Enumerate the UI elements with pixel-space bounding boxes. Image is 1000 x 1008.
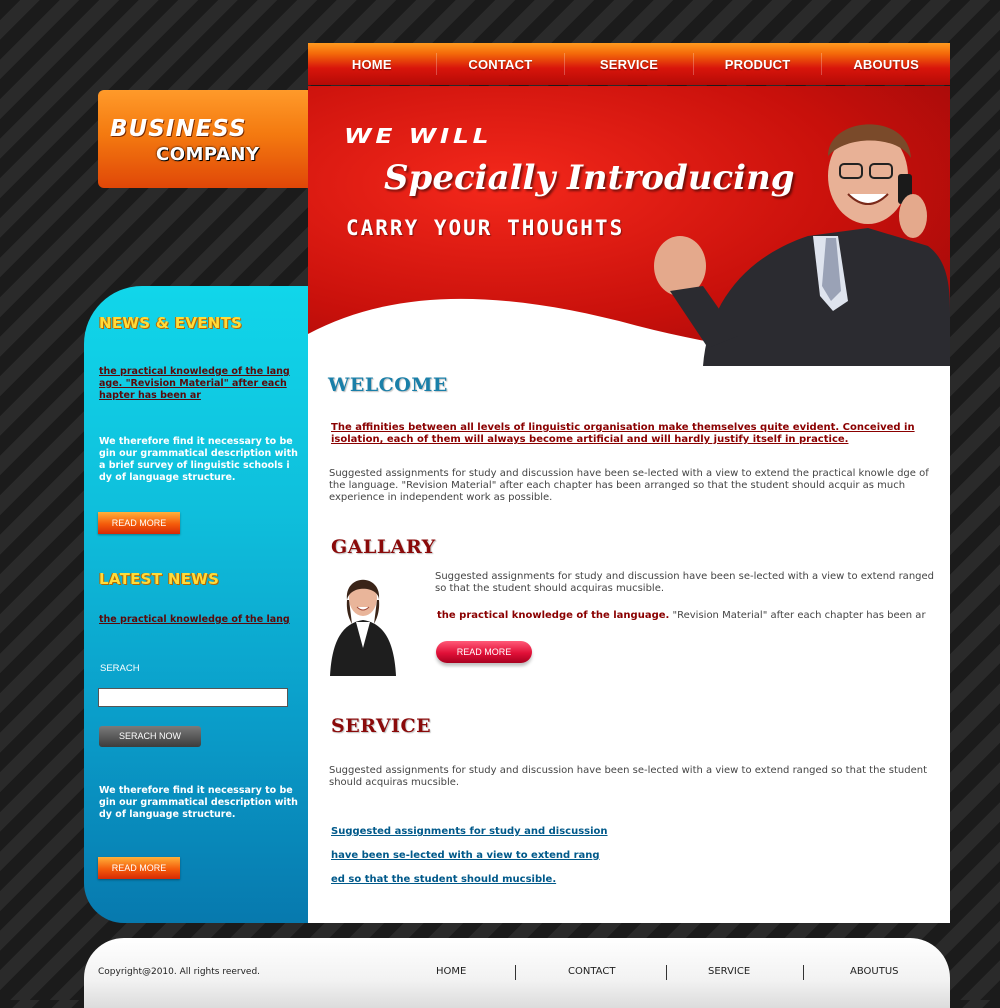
woman-photo [330,568,396,676]
nav-aboutus[interactable]: ABOUTUS [822,57,950,72]
hero-banner: WE WILL Specially Introducing CARRY YOUR… [308,86,950,366]
nav-service[interactable]: SERVICE [565,57,693,72]
search-label: SERACH [100,663,140,674]
welcome-title: WELCOME [328,374,448,396]
footer-link-service[interactable]: SERVICE [708,966,750,977]
nav-product[interactable]: PRODUCT [694,57,822,72]
gallery-title: GALLARY [331,536,436,558]
search-input[interactable] [98,688,288,707]
footer-link-aboutus[interactable]: ABOUTUS [850,966,899,977]
main-content: WELCOME The affinities between all level… [308,366,950,923]
read-more-button-bottom[interactable]: READ MORE [98,857,180,879]
service-text: Suggested assignments for study and disc… [329,765,927,788]
latest-news-link[interactable]: the practical knowledge of the lang [99,614,294,626]
welcome-text: Suggested assignments for study and disc… [329,468,929,503]
sidebar-bottom-text: We therefore find it necessary to be gin… [99,785,298,820]
welcome-highlight-link[interactable]: The affinities between all levels of lin… [331,422,941,446]
gallery-bold-text: the practical knowledge of the language. [437,610,670,621]
latest-news-heading: LATEST NEWS [99,570,220,588]
logo-line-company: COMPANY [156,144,260,165]
businessman-photo [308,124,950,366]
sidebar: NEWS & EVENTS the practical knowledge of… [84,286,308,923]
main-nav: HOME CONTACT SERVICE PRODUCT ABOUTUS [308,43,950,85]
service-link[interactable]: have been se-lected with a view to exten… [331,850,600,861]
gallery-read-more-button[interactable]: READ MORE [436,641,532,663]
footer-divider [666,965,667,980]
footer: Copyright@2010. All rights reerved. HOME… [84,938,950,1008]
footer-link-home[interactable]: HOME [436,966,466,977]
read-more-button[interactable]: READ MORE [98,512,180,534]
news-text: We therefore find it necessary to be gin… [99,436,298,483]
service-link[interactable]: ed so that the student should mucsible. [331,874,556,885]
news-events-heading: NEWS & EVENTS [99,314,243,332]
gallery-normal-text: "Revision Material" after each chapter h… [669,610,926,621]
service-link[interactable]: Suggested assignments for study and disc… [331,826,608,837]
news-link[interactable]: the practical knowledge of the lang age.… [99,366,294,402]
company-logo[interactable]: BUSINESS COMPANY [98,90,308,188]
footer-divider [515,965,516,980]
service-title: SERVICE [331,715,432,737]
gallery-text: Suggested assignments for study and disc… [435,571,934,594]
gallery-subtext: the practical knowledge of the language.… [437,610,942,622]
footer-link-contact[interactable]: CONTACT [568,966,615,977]
footer-divider [803,965,804,980]
nav-home[interactable]: HOME [308,57,436,72]
logo-line-business: BUSINESS [110,116,247,142]
search-now-button[interactable]: SERACH NOW [99,726,201,747]
nav-contact[interactable]: CONTACT [437,57,565,72]
copyright-text: Copyright@2010. All rights reerved. [98,967,261,977]
